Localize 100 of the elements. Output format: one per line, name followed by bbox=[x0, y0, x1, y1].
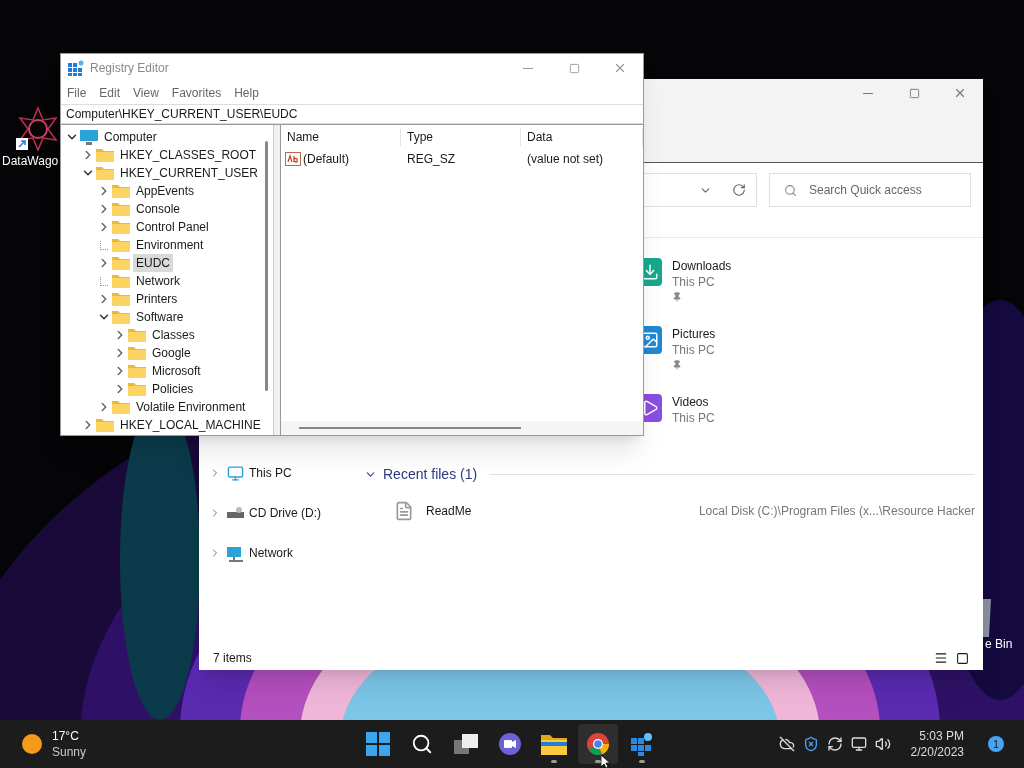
scrollbar[interactable] bbox=[299, 427, 521, 429]
folder-location: This PC bbox=[672, 274, 716, 290]
tree-item[interactable]: Policies bbox=[149, 380, 197, 398]
tiles-view-icon[interactable] bbox=[956, 651, 969, 665]
temperature[interactable]: 17°C bbox=[52, 728, 87, 744]
registry-app-icon bbox=[68, 60, 84, 76]
tree-item[interactable]: Computer bbox=[101, 128, 160, 146]
tree-item[interactable]: Printers bbox=[133, 290, 181, 308]
folder-icon bbox=[112, 310, 130, 324]
cloud-off-icon[interactable] bbox=[778, 736, 795, 752]
section-header[interactable]: Recent files (1) bbox=[383, 464, 478, 485]
folder-icon bbox=[112, 292, 130, 306]
menu-item[interactable]: Edit bbox=[99, 84, 121, 102]
network-icon bbox=[226, 544, 244, 562]
folder-icon bbox=[128, 346, 146, 360]
folder-icon bbox=[128, 382, 146, 396]
tree-item[interactable]: Google bbox=[149, 344, 194, 362]
pointer-icon bbox=[601, 755, 611, 768]
close-icon bbox=[953, 86, 967, 100]
weather-condition[interactable]: Sunny bbox=[52, 744, 87, 760]
notification-badge[interactable]: 1 bbox=[988, 736, 1004, 752]
computer-icon bbox=[80, 129, 98, 145]
folder-icon bbox=[112, 202, 130, 216]
registry-app-icon[interactable] bbox=[631, 732, 653, 756]
tree-item[interactable]: EUDC bbox=[133, 254, 173, 272]
clock-time[interactable]: 5:03 PM bbox=[919, 728, 964, 744]
tree-item[interactable]: Microsoft bbox=[149, 362, 204, 380]
network-icon[interactable] bbox=[850, 736, 867, 752]
desktop-icon-label[interactable]: DataWago bbox=[2, 152, 59, 170]
refresh-icon[interactable] bbox=[732, 183, 746, 197]
file-name[interactable]: ReadMe bbox=[426, 502, 472, 520]
clock-date[interactable]: 2/20/2023 bbox=[910, 744, 964, 760]
folder-icon bbox=[128, 364, 146, 378]
tree-item[interactable]: HKEY_LOCAL_MACHINE bbox=[117, 416, 264, 434]
folder-icon bbox=[96, 166, 114, 180]
volume-icon[interactable] bbox=[874, 736, 891, 752]
folder-icon[interactable] bbox=[541, 733, 567, 755]
folder-location: This PC bbox=[672, 342, 716, 358]
details-view-icon[interactable] bbox=[934, 651, 948, 665]
menu-item[interactable]: Help bbox=[234, 84, 259, 102]
minimize-icon bbox=[863, 92, 873, 94]
tree-item[interactable]: Control Panel bbox=[133, 218, 212, 236]
column-header[interactable]: Name bbox=[281, 128, 401, 146]
status-text: 7 items bbox=[213, 650, 252, 667]
tree-item[interactable]: Environment bbox=[133, 236, 207, 254]
maximize-icon bbox=[908, 87, 920, 99]
folder-icon bbox=[112, 184, 130, 198]
browser-icon[interactable] bbox=[586, 732, 610, 756]
folder-name[interactable]: Pictures bbox=[672, 326, 716, 342]
folder-name[interactable]: Downloads bbox=[672, 258, 732, 274]
address-bar[interactable]: Computer\HKEY_CURRENT_USER\EUDC bbox=[61, 104, 643, 124]
search-icon bbox=[784, 183, 797, 197]
search-icon[interactable] bbox=[411, 733, 433, 755]
running-indicator bbox=[639, 760, 645, 763]
menu-item[interactable]: View bbox=[133, 84, 159, 102]
document-icon bbox=[394, 501, 414, 521]
sidebar-item[interactable]: Network bbox=[249, 544, 293, 562]
sync-icon[interactable] bbox=[826, 736, 843, 752]
value-name[interactable]: (Default) bbox=[303, 150, 349, 168]
search-field[interactable]: Search Quick access bbox=[769, 173, 971, 207]
tree-item[interactable]: AppEvents bbox=[133, 182, 198, 200]
value-type: REG_SZ bbox=[406, 151, 456, 168]
menu-item[interactable]: File bbox=[67, 84, 87, 102]
shield-icon[interactable] bbox=[802, 736, 819, 752]
folder-icon bbox=[112, 256, 130, 270]
sidebar-item[interactable]: This PC bbox=[249, 464, 292, 482]
scrollbar[interactable] bbox=[265, 141, 268, 391]
computer-icon bbox=[226, 464, 244, 482]
taskbar-button[interactable] bbox=[578, 724, 618, 764]
maximize-icon bbox=[568, 62, 580, 74]
folder-location: This PC bbox=[672, 410, 715, 426]
minimize-icon bbox=[523, 67, 533, 69]
chat-icon[interactable] bbox=[498, 732, 522, 756]
folder-icon bbox=[112, 238, 130, 252]
folder-icon bbox=[96, 148, 114, 162]
folder-icon bbox=[112, 274, 130, 288]
tree-item[interactable]: HKEY_CURRENT_USER bbox=[117, 164, 262, 182]
tree-item[interactable]: Network bbox=[133, 272, 183, 290]
tree-item[interactable]: Volatile Environment bbox=[133, 398, 249, 416]
menu-item[interactable]: Favorites bbox=[171, 84, 222, 102]
tree-item[interactable]: HKEY_CLASSES_ROOT bbox=[117, 146, 260, 164]
task-view-icon[interactable] bbox=[454, 734, 478, 754]
column-header[interactable]: Type bbox=[401, 128, 521, 146]
folder-name[interactable]: Videos bbox=[672, 394, 715, 410]
running-indicator bbox=[595, 760, 601, 763]
sidebar-item[interactable]: CD Drive (D:) bbox=[249, 504, 321, 522]
windows-logo-icon[interactable] bbox=[366, 732, 390, 756]
folder-icon bbox=[112, 400, 130, 414]
folder-icon bbox=[128, 328, 146, 342]
tree-item[interactable]: Console bbox=[133, 200, 184, 218]
column-header[interactable]: Data bbox=[521, 128, 643, 146]
star-logo-icon[interactable] bbox=[16, 106, 60, 152]
tree-item[interactable]: Classes bbox=[149, 326, 198, 344]
sun-icon[interactable] bbox=[22, 734, 42, 754]
desktop-icon-label[interactable]: e Bin bbox=[985, 635, 1013, 653]
folder-icon bbox=[96, 418, 114, 432]
value-data: (value not set) bbox=[526, 151, 605, 168]
tree-item[interactable]: Software bbox=[133, 308, 187, 326]
window-title: Registry Editor bbox=[90, 60, 169, 77]
close-icon bbox=[613, 61, 627, 75]
